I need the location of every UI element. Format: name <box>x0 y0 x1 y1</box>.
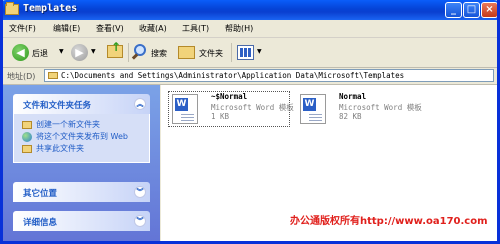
collapse-chevron-icon[interactable]: ︽ <box>134 98 146 110</box>
folder-icon <box>5 2 19 15</box>
file-size: 82 KB <box>339 112 362 121</box>
menu-favorites[interactable]: 收藏(A) <box>139 23 167 34</box>
details-title: 详细信息 <box>23 218 58 228</box>
task-share-folder[interactable]: 共享此文件夹 <box>20 144 143 154</box>
explorer-window: Templates _ □ × 文件(F) 编辑(E) 查看(V) 收藏(A) … <box>0 0 500 244</box>
task-new-folder[interactable]: 创建一个新文件夹 <box>20 120 143 130</box>
menu-edit[interactable]: 编辑(E) <box>53 23 80 34</box>
word-template-icon[interactable] <box>300 94 326 124</box>
file-item[interactable]: Normal Microsoft Word 模板 82 KB <box>297 92 422 126</box>
word-template-icon[interactable] <box>172 94 198 124</box>
toolbar-separator <box>128 43 129 62</box>
address-field[interactable]: C:\Documents and Settings\Administrator\… <box>44 69 494 82</box>
views-dropdown-icon[interactable]: ▼ <box>257 48 262 55</box>
other-places-header[interactable]: 其它位置 ︾ <box>13 182 150 202</box>
menu-help[interactable]: 帮助(H) <box>225 23 253 34</box>
title-bar[interactable]: Templates _ □ × <box>3 0 497 20</box>
back-button[interactable]: 后退 <box>32 48 48 59</box>
address-path[interactable]: C:\Documents and Settings\Administrator\… <box>61 71 404 80</box>
minimize-button[interactable]: _ <box>445 2 462 18</box>
forward-arrow-icon[interactable]: ▶ <box>71 44 88 61</box>
watermark-text: 办公通版权所有http://www.oa170.com <box>290 216 488 227</box>
other-places-panel: 其它位置 ︾ <box>13 182 150 202</box>
maximize-button[interactable]: □ <box>463 2 480 18</box>
close-button[interactable]: × <box>481 2 497 18</box>
back-dropdown-icon[interactable]: ▼ <box>59 48 64 55</box>
file-tasks-body: 创建一个新文件夹 将这个文件夹发布到 Web 共享此文件夹 <box>13 114 150 163</box>
task-label: 创建一个新文件夹 <box>36 120 100 129</box>
new-folder-icon <box>22 121 32 129</box>
address-bar: 地址(D) C:\Documents and Settings\Administ… <box>3 68 497 85</box>
menu-bar: 文件(F) 编辑(E) 查看(V) 收藏(A) 工具(T) 帮助(H) <box>3 20 497 38</box>
globe-icon <box>22 132 32 142</box>
expand-chevron-icon[interactable]: ︾ <box>134 186 146 198</box>
window-title: Templates <box>23 3 78 14</box>
file-name[interactable]: ~$Normal <box>211 92 247 101</box>
file-item[interactable]: ~$Normal Microsoft Word 模板 1 KB <box>168 91 294 127</box>
file-tasks-title: 文件和文件夹任务 <box>23 101 92 111</box>
file-tasks-panel: 文件和文件夹任务 ︽ 创建一个新文件夹 将这个文件夹发布到 Web 共享此文件夹 <box>13 94 150 163</box>
search-handle-icon <box>131 53 139 60</box>
forward-dropdown-icon[interactable]: ▼ <box>91 48 96 55</box>
file-name[interactable]: Normal <box>339 92 366 101</box>
file-tasks-header[interactable]: 文件和文件夹任务 ︽ <box>13 94 150 114</box>
toolbar: ◀ 后退 ▼ ▶ ▼ ↑ 搜索 文件夹 ▼ <box>3 38 497 68</box>
expand-chevron-icon[interactable]: ︾ <box>134 215 146 227</box>
details-panel: 详细信息 ︾ <box>13 211 150 231</box>
toolbar-separator <box>231 43 232 62</box>
folder-icon <box>48 72 58 79</box>
address-label: 地址(D) <box>7 72 36 81</box>
task-label: 共享此文件夹 <box>36 144 84 153</box>
search-button[interactable]: 搜索 <box>151 48 167 59</box>
task-publish-web[interactable]: 将这个文件夹发布到 Web <box>20 132 143 142</box>
task-pane: 文件和文件夹任务 ︽ 创建一个新文件夹 将这个文件夹发布到 Web 共享此文件夹 <box>3 85 160 241</box>
folders-button[interactable]: 文件夹 <box>199 48 223 59</box>
other-places-title: 其它位置 <box>23 189 58 199</box>
folders-icon[interactable] <box>178 46 195 59</box>
details-header[interactable]: 详细信息 ︾ <box>13 211 150 231</box>
menu-file[interactable]: 文件(F) <box>9 23 36 34</box>
menu-view[interactable]: 查看(V) <box>96 23 124 34</box>
back-arrow-icon[interactable]: ◀ <box>12 44 29 61</box>
menu-tools[interactable]: 工具(T) <box>182 23 209 34</box>
views-icon[interactable] <box>237 45 254 60</box>
file-size: 1 KB <box>211 112 230 121</box>
up-arrow-icon[interactable]: ↑ <box>111 40 121 54</box>
task-label: 将这个文件夹发布到 Web <box>36 132 128 141</box>
share-folder-icon <box>22 145 32 153</box>
